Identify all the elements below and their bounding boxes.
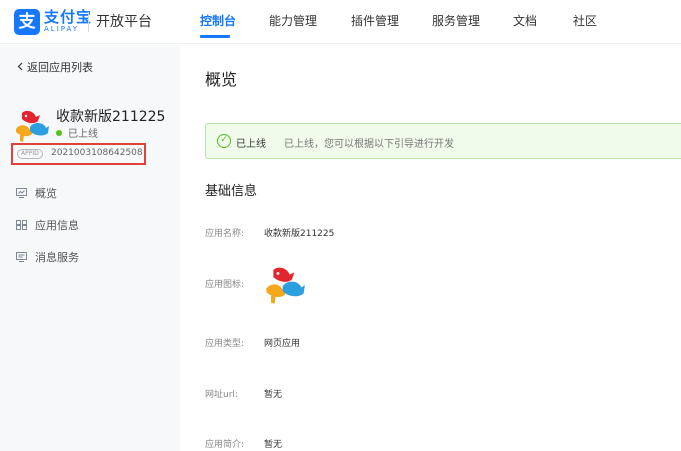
field-label-app-type: 应用类型: (205, 339, 245, 349)
appid-tag: APPID (17, 149, 43, 159)
field-value-intro: 暂无 (264, 440, 283, 450)
overview-icon (16, 188, 27, 198)
banner-title: 已上线 (236, 139, 266, 150)
nav-services[interactable]: 服务管理 (432, 13, 480, 29)
appid-value[interactable]: 2021003108642508 (51, 148, 143, 158)
field-label-app-icon: 应用图标: (205, 280, 245, 290)
field-value-app-type: 网页应用 (264, 339, 301, 349)
app-name: 收款新版211225 (56, 109, 166, 125)
message-icon (16, 252, 27, 262)
page-title: 概览 (205, 70, 238, 89)
side-item-label: 概览 (35, 187, 57, 200)
status-banner: ✓ 已上线 已上线，您可以根据以下引导进行开发 (205, 123, 681, 159)
nav-plugins[interactable]: 插件管理 (351, 13, 399, 29)
back-link-label: 返回应用列表 (27, 61, 93, 74)
nav-active-indicator (200, 35, 230, 38)
side-item-overview[interactable]: 概览 (16, 185, 57, 201)
field-label-url: 网址url: (205, 390, 238, 400)
side-item-app-info[interactable]: 应用信息 (16, 217, 79, 233)
banner-description: 已上线，您可以根据以下引导进行开发 (284, 139, 454, 150)
alipay-logo-icon[interactable]: 支 (14, 9, 40, 35)
app-status: 已上线 (56, 125, 98, 140)
brand-name: 支付宝 (44, 8, 93, 26)
platform-title: 开放平台 (96, 14, 152, 30)
side-item-label: 消息服务 (35, 251, 79, 264)
brand-divider (88, 12, 89, 32)
grid-icon (16, 220, 27, 230)
field-label-intro: 应用简介: (205, 440, 245, 450)
field-value-app-name: 收款新版211225 (264, 229, 335, 239)
app-status-label: 已上线 (68, 129, 98, 140)
section-title: 基础信息 (205, 184, 258, 199)
sidebar: 返回应用列表 收款新版211225 已上线 APPID 202100310864… (0, 45, 180, 451)
check-circle-icon: ✓ (217, 134, 231, 148)
status-dot-icon (56, 130, 62, 136)
brand-name-en: ALIPAY (44, 25, 80, 33)
nav-capability[interactable]: 能力管理 (269, 13, 317, 29)
main-content: 概览 ✓ 已上线 已上线，您可以根据以下引导进行开发 基础信息 应用名称: 收款… (180, 45, 681, 451)
nav-community[interactable]: 社区 (573, 13, 597, 29)
app-icon (14, 107, 50, 143)
field-value-url: 暂无 (264, 390, 283, 400)
back-to-app-list-link[interactable]: 返回应用列表 (17, 59, 93, 75)
app-icon-preview (264, 263, 306, 305)
side-item-label: 应用信息 (35, 219, 79, 232)
nav-console[interactable]: 控制台 (200, 13, 236, 29)
brand[interactable]: 支付宝 ALIPAY (44, 9, 92, 34)
side-item-messages[interactable]: 消息服务 (16, 249, 79, 265)
appid-highlight-box: APPID 2021003108642508 (11, 143, 146, 165)
nav-docs[interactable]: 文档 (513, 13, 537, 29)
top-header: 支 支付宝 ALIPAY 开放平台 控制台 能力管理 插件管理 服务管理 文档 … (0, 0, 681, 44)
chevron-left-icon (17, 61, 23, 74)
field-label-app-name: 应用名称: (205, 229, 245, 239)
